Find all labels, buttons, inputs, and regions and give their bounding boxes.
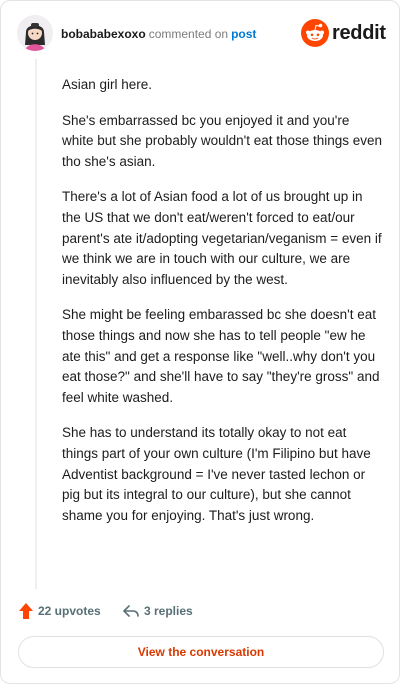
post-link[interactable]: post bbox=[231, 27, 256, 41]
reddit-wordmark: reddit bbox=[332, 22, 386, 44]
reply-count: 3 replies bbox=[144, 604, 193, 618]
comment-paragraph: She's embarrassed bc you enjoyed it and … bbox=[62, 112, 383, 169]
username-link[interactable]: bobababexoxo bbox=[61, 27, 146, 41]
commented-on-label: commented on bbox=[148, 27, 229, 41]
comment-body: Asian girl here. She's embarrassed bc yo… bbox=[62, 75, 384, 541]
comment-header: bobababexoxo commented on post reddit bbox=[17, 15, 386, 55]
comment-card: bobababexoxo commented on post reddit Asia… bbox=[0, 0, 400, 684]
user-avatar[interactable] bbox=[17, 15, 53, 51]
comment-meta: bobababexoxo commented on post bbox=[61, 26, 256, 42]
upvote-arrow-icon bbox=[19, 603, 33, 619]
view-conversation-button[interactable]: View the conversation bbox=[18, 636, 384, 668]
comment-paragraph: She has to understand its totally okay t… bbox=[62, 425, 371, 523]
replies-button[interactable]: 3 replies bbox=[123, 600, 193, 622]
comment-paragraph: There's a lot of Asian food a lot of us … bbox=[62, 189, 382, 287]
upvote-button[interactable]: 22 upvotes bbox=[19, 600, 101, 622]
comment-paragraph: Asian girl here. bbox=[62, 77, 153, 92]
reply-arrow-icon bbox=[123, 605, 139, 617]
thread-line bbox=[35, 59, 37, 589]
reddit-alien-icon bbox=[301, 19, 329, 47]
comment-actions: 22 upvotes 3 replies bbox=[19, 600, 379, 622]
reddit-brand[interactable]: reddit bbox=[301, 19, 386, 49]
upvote-count: 22 upvotes bbox=[38, 604, 101, 618]
comment-paragraph: She might be feeling embarassed bc she d… bbox=[62, 307, 380, 405]
